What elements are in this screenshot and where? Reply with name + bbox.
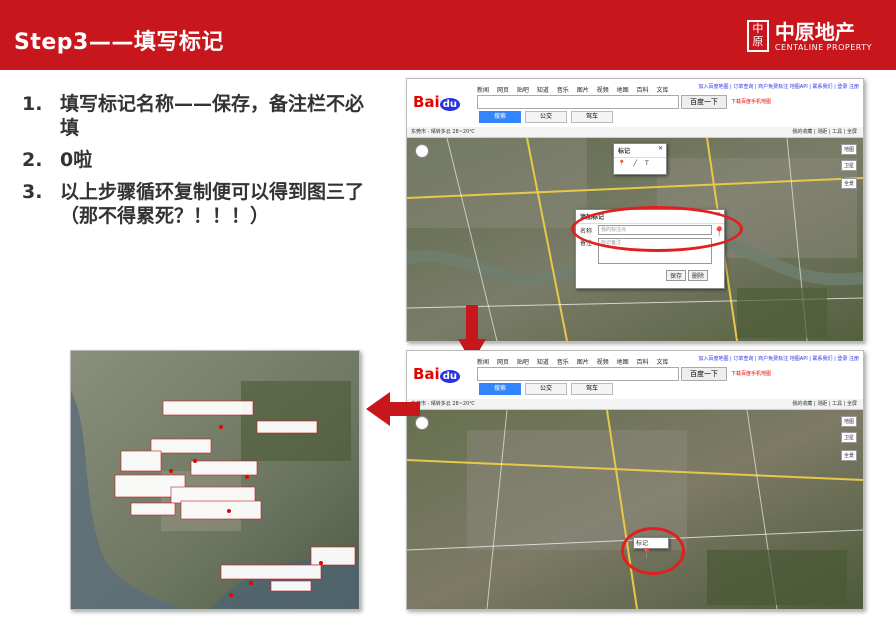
city-bar: 东莞市 · 晴转多云 28~20℃ 我的收藏 | 测距 | 工具 | 全屏	[407, 127, 863, 138]
map-type-switch[interactable]: 地图	[840, 144, 857, 155]
step-text: 以上步骤循环复制便可以得到图三了（那不得累死？！！！）	[60, 181, 365, 227]
panorama-button[interactable]: 全景	[840, 178, 857, 189]
step-number: 2.	[22, 149, 43, 171]
search-button[interactable]: 百度一下	[681, 95, 727, 109]
city-weather[interactable]: 东莞市 · 晴转多云 28~20℃	[411, 129, 475, 135]
baidu-map-logo: Baidu地图	[413, 365, 460, 383]
step-item: 2. 0啦	[22, 148, 382, 172]
close-icon[interactable]: ✕	[658, 145, 663, 152]
save-button[interactable]: 保存	[666, 270, 687, 281]
logo-name: 中原地产	[774, 19, 855, 44]
pan-control[interactable]	[415, 144, 429, 158]
city-bar: 东莞市 · 晴转多云 28~20℃ 我的收藏 | 测距 | 工具 | 全屏	[407, 399, 863, 410]
map-type-switch[interactable]: 地图	[840, 416, 857, 427]
satellite-image	[407, 410, 863, 609]
screenshot-saved-marker: Baidu地图 新闻 网页 贴吧 知道 音乐 图片 视频 地图 百科 文库 加入…	[406, 350, 864, 610]
tab-drive[interactable]: 驾车	[571, 111, 613, 123]
pin-icon[interactable]: 📍	[618, 160, 625, 167]
step-list: 1. 填写标记名称——保存，备注栏不必填 2. 0啦 3. 以上步骤循环复制便可…	[22, 92, 382, 236]
route-tabs: 搜索 公交 驾车	[479, 383, 617, 395]
step-text: 填写标记名称——保存，备注栏不必填	[60, 93, 365, 139]
delete-button[interactable]: 删除	[688, 270, 709, 281]
map-toolbar[interactable]: 我的收藏 | 测距 | 工具 | 全屏	[792, 399, 857, 409]
text-icon[interactable]: T	[645, 160, 649, 167]
logo-seal: 中原	[746, 20, 769, 52]
baidu-top-links[interactable]: 加入百度地图 | 订单查询 | 商户免费标注 地图API | 联系我们 | 登录…	[698, 355, 859, 362]
baidu-header: Baidu地图 新闻 网页 贴吧 知道 音乐 图片 视频 地图 百科 文库 加入…	[407, 79, 863, 127]
screenshot-result-map	[70, 350, 360, 610]
baidu-nav-links[interactable]: 新闻 网页 贴吧 知道 音乐 图片 视频 地图 百科 文库	[477, 357, 668, 366]
logo-english: CENTALINE PROPERTY	[774, 42, 872, 52]
slide-title: Step3——填写标记	[14, 30, 224, 55]
highlight-ring	[571, 206, 743, 252]
arrow-left-icon	[366, 392, 420, 426]
search-button[interactable]: 百度一下	[681, 367, 727, 381]
step-number: 1.	[22, 93, 43, 115]
satellite-switch[interactable]: 卫星	[840, 432, 857, 443]
download-app-link[interactable]: 下载百度手机地图	[731, 370, 771, 377]
step-text: 0啦	[60, 149, 93, 171]
highlight-ring	[621, 527, 685, 575]
screenshot-add-marker: Baidu地图 新闻 网页 贴吧 知道 音乐 图片 视频 地图 百科 文库 加入…	[406, 78, 864, 342]
tab-bus[interactable]: 公交	[525, 383, 567, 395]
download-app-link[interactable]: 下载百度手机地图	[731, 98, 771, 105]
baidu-map-logo: Baidu地图	[413, 93, 460, 111]
baidu-header: Baidu地图 新闻 网页 贴吧 知道 音乐 图片 视频 地图 百科 文库 加入…	[407, 351, 863, 399]
search-input[interactable]	[477, 367, 679, 381]
step-item: 1. 填写标记名称——保存，备注栏不必填	[22, 92, 382, 140]
baidu-nav-links[interactable]: 新闻 网页 贴吧 知道 音乐 图片 视频 地图 百科 文库	[477, 85, 668, 94]
marker-tool-panel: 标记 ✕ 📍 ╱ T	[613, 143, 667, 175]
step-number: 3.	[22, 181, 43, 203]
satellite-switch[interactable]: 卫星	[840, 160, 857, 171]
baidu-top-links[interactable]: 加入百度地图 | 订单查询 | 商户免费标注 地图API | 联系我们 | 登录…	[698, 83, 859, 90]
slide-header: Step3——填写标记 中原 中原地产 CENTALINE PROPERTY	[0, 0, 896, 70]
result-satellite-image	[71, 351, 359, 609]
tab-bus[interactable]: 公交	[525, 111, 567, 123]
search-input[interactable]	[477, 95, 679, 109]
centaline-logo: 中原 中原地产 CENTALINE PROPERTY	[746, 16, 872, 56]
tab-drive[interactable]: 驾车	[571, 383, 613, 395]
satellite-map[interactable]: 地图 卫星 全景	[407, 410, 863, 609]
line-icon[interactable]: ╱	[633, 160, 637, 167]
step-item: 3. 以上步骤循环复制便可以得到图三了（那不得累死？！！！）	[22, 180, 382, 228]
tab-search[interactable]: 搜索	[479, 111, 521, 123]
marker-tool-title: 标记	[618, 148, 631, 155]
city-weather[interactable]: 东莞市 · 晴转多云 28~20℃	[411, 401, 475, 407]
panorama-button[interactable]: 全景	[840, 450, 857, 461]
map-toolbar[interactable]: 我的收藏 | 测距 | 工具 | 全屏	[792, 127, 857, 137]
route-tabs: 搜索 公交 驾车	[479, 111, 617, 123]
tab-search[interactable]: 搜索	[479, 383, 521, 395]
